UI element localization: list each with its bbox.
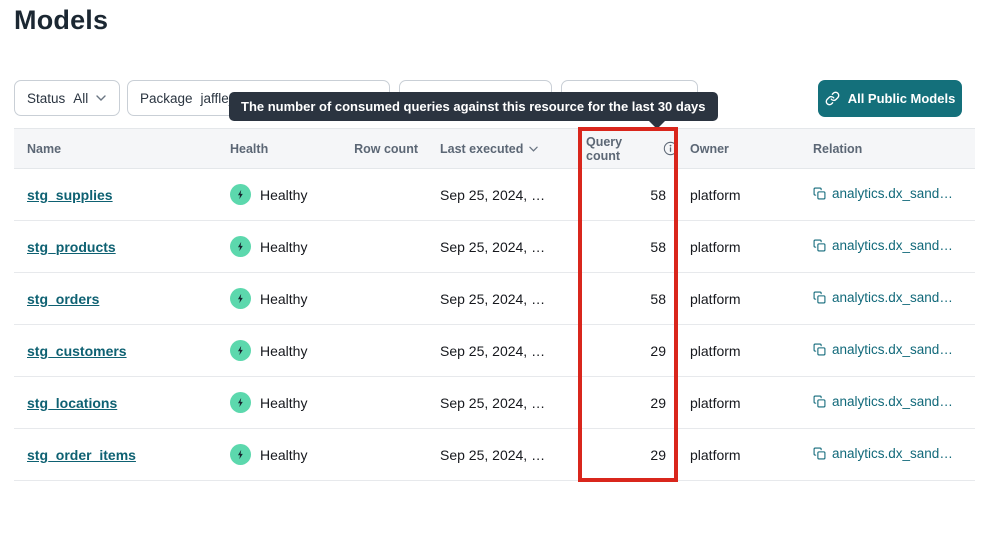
owner-value: platform [678, 291, 800, 307]
relation-text: analytics.dx_sand… [832, 238, 953, 253]
relation-link[interactable]: analytics.dx_sand… [813, 238, 953, 253]
table-row: stg_order_items Healthy Sep 25, 2024, … … [14, 429, 975, 481]
model-link[interactable]: stg_products [27, 239, 116, 255]
table-row: stg_customers Healthy Sep 25, 2024, … 29… [14, 325, 975, 377]
table-row: stg_orders Healthy Sep 25, 2024, … 58 pl… [14, 273, 975, 325]
health-bolt-icon [230, 444, 251, 465]
last-executed-value: Sep 25, 2024, … [420, 187, 578, 203]
status-filter-value: All [73, 91, 88, 106]
owner-value: platform [678, 239, 800, 255]
owner-value: platform [678, 395, 800, 411]
query-count-value: 58 [578, 187, 678, 203]
model-link[interactable]: stg_orders [27, 291, 99, 307]
copy-icon [813, 187, 826, 200]
model-link[interactable]: stg_order_items [27, 447, 136, 463]
copy-icon [813, 447, 826, 460]
health-bolt-icon [230, 340, 251, 361]
relation-link[interactable]: analytics.dx_sand… [813, 290, 953, 305]
last-executed-value: Sep 25, 2024, … [420, 291, 578, 307]
query-count-tooltip: The number of consumed queries against t… [229, 92, 718, 121]
table-row: stg_supplies Healthy Sep 25, 2024, … 58 … [14, 169, 975, 221]
query-count-value: 29 [578, 343, 678, 359]
relation-text: analytics.dx_sand… [832, 394, 953, 409]
status-filter-dropdown[interactable]: Status All [14, 80, 120, 116]
health-bolt-icon [230, 184, 251, 205]
model-link[interactable]: stg_supplies [27, 187, 113, 203]
query-count-value: 29 [578, 447, 678, 463]
query-count-value: 29 [578, 395, 678, 411]
status-filter-label: Status [27, 91, 65, 106]
copy-icon [813, 395, 826, 408]
owner-value: platform [678, 343, 800, 359]
query-count-label: Query count [586, 135, 658, 163]
owner-value: platform [678, 447, 800, 463]
tooltip-arrow [647, 119, 667, 129]
health-status-text: Healthy [260, 187, 307, 203]
column-header-name: Name [14, 142, 217, 156]
table-row: stg_products Healthy Sep 25, 2024, … 58 … [14, 221, 975, 273]
column-header-query-count[interactable]: Query count [578, 135, 678, 163]
health-status-text: Healthy [260, 239, 307, 255]
table-header-row: Name Health Row count Last executed Quer… [14, 128, 975, 169]
chevron-down-icon [96, 95, 106, 101]
relation-link[interactable]: analytics.dx_sand… [813, 186, 953, 201]
health-bolt-icon [230, 288, 251, 309]
column-header-relation: Relation [800, 142, 975, 156]
models-table: Name Health Row count Last executed Quer… [14, 128, 975, 481]
models-page: Models Status All Package jaffle_ All Pu… [0, 0, 989, 536]
relation-text: analytics.dx_sand… [832, 342, 953, 357]
model-link[interactable]: stg_locations [27, 395, 117, 411]
health-status-text: Healthy [260, 291, 307, 307]
health-status-text: Healthy [260, 343, 307, 359]
copy-icon [813, 239, 826, 252]
model-link[interactable]: stg_customers [27, 343, 127, 359]
column-header-row-count: Row count [350, 142, 420, 156]
page-title: Models [14, 5, 108, 36]
owner-value: platform [678, 187, 800, 203]
relation-text: analytics.dx_sand… [832, 446, 953, 461]
last-executed-label: Last executed [440, 142, 523, 156]
table-row: stg_locations Healthy Sep 25, 2024, … 29… [14, 377, 975, 429]
link-icon [825, 91, 840, 106]
relation-link[interactable]: analytics.dx_sand… [813, 446, 953, 461]
health-bolt-icon [230, 236, 251, 257]
health-bolt-icon [230, 392, 251, 413]
relation-link[interactable]: analytics.dx_sand… [813, 394, 953, 409]
sort-chevron-down-icon [529, 146, 538, 152]
package-filter-label: Package [140, 91, 193, 106]
column-header-health: Health [217, 142, 350, 156]
health-status-text: Healthy [260, 447, 307, 463]
relation-text: analytics.dx_sand… [832, 186, 953, 201]
info-icon[interactable] [663, 141, 678, 156]
query-count-value: 58 [578, 239, 678, 255]
last-executed-value: Sep 25, 2024, … [420, 239, 578, 255]
query-count-value: 58 [578, 291, 678, 307]
all-public-models-label: All Public Models [848, 91, 956, 106]
health-status-text: Healthy [260, 395, 307, 411]
copy-icon [813, 291, 826, 304]
relation-text: analytics.dx_sand… [832, 290, 953, 305]
column-header-last-executed[interactable]: Last executed [420, 142, 578, 156]
last-executed-value: Sep 25, 2024, … [420, 395, 578, 411]
last-executed-value: Sep 25, 2024, … [420, 343, 578, 359]
relation-link[interactable]: analytics.dx_sand… [813, 342, 953, 357]
all-public-models-button[interactable]: All Public Models [818, 80, 962, 117]
column-header-owner: Owner [678, 142, 800, 156]
copy-icon [813, 343, 826, 356]
last-executed-value: Sep 25, 2024, … [420, 447, 578, 463]
